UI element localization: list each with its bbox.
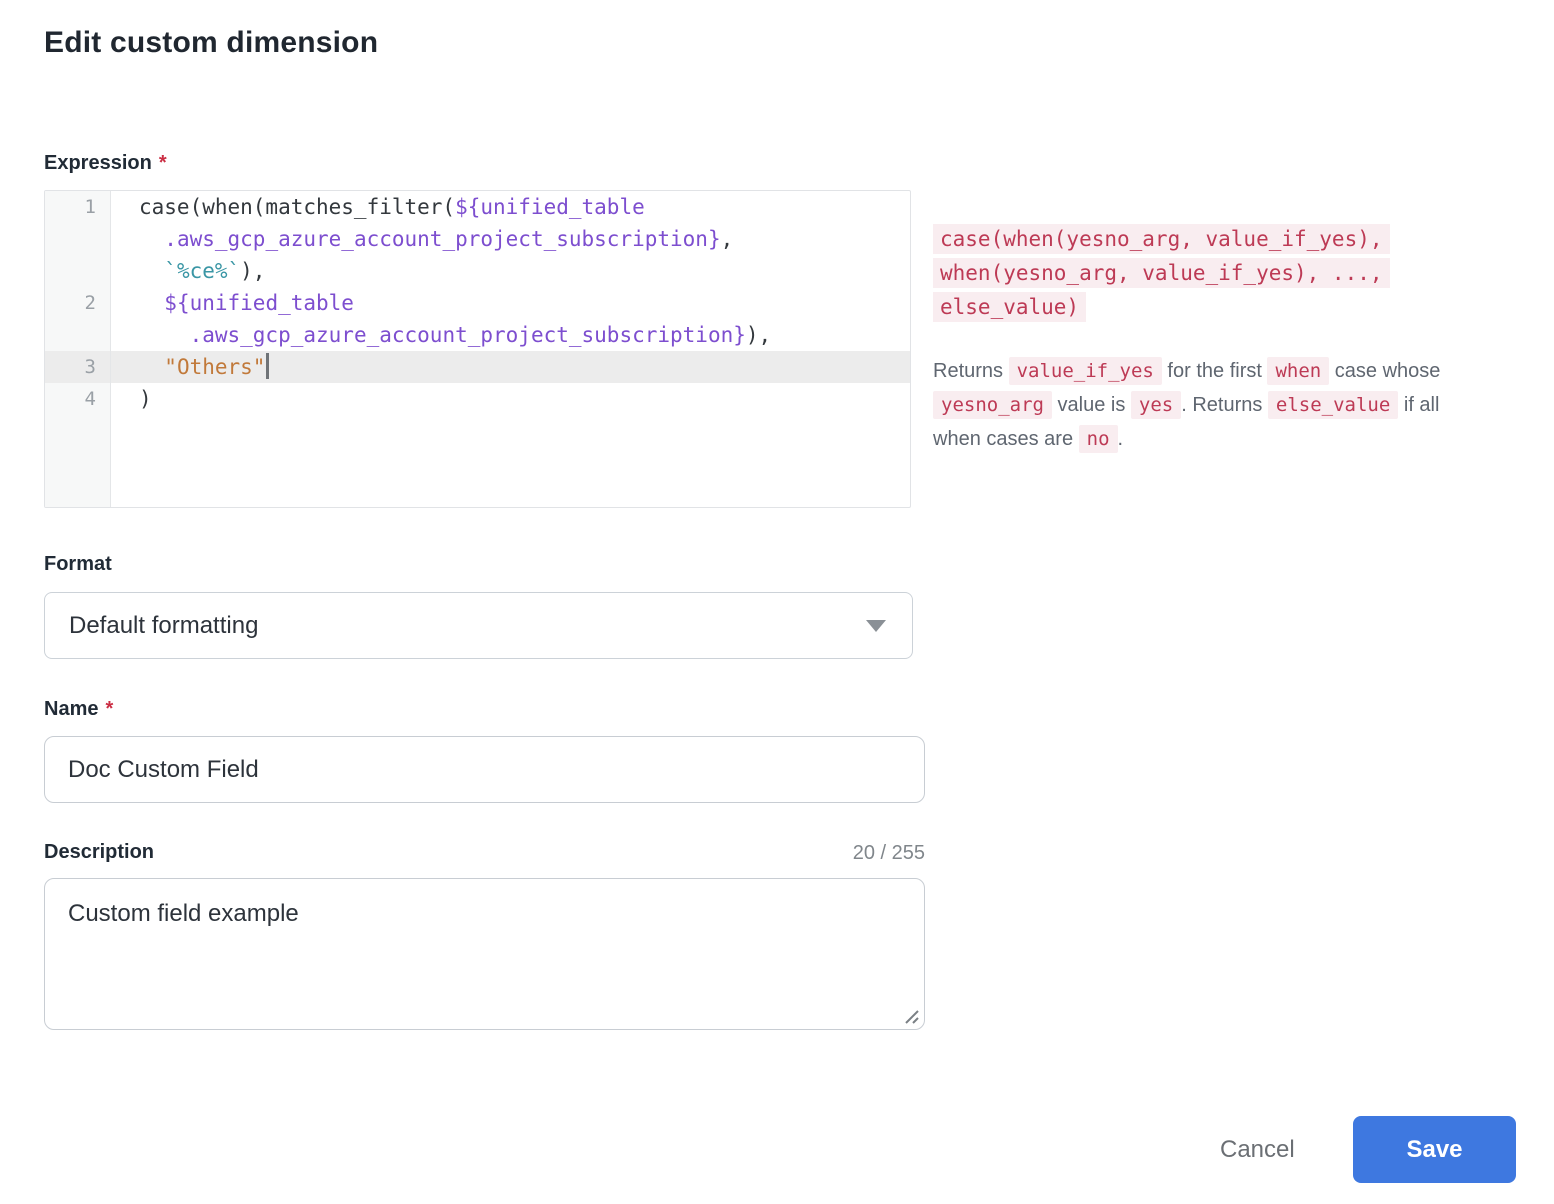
function-docs-panel: case(when(yesno_arg, value_if_yes), when…: [933, 222, 1461, 456]
expression-line-active: 3 "Others": [45, 351, 910, 383]
expression-line: 1 case(when(matches_filter(${unified_tab…: [45, 191, 910, 223]
required-asterisk: *: [159, 152, 167, 174]
inline-code-chip: yes: [1131, 391, 1181, 419]
page-title: Edit custom dimension: [44, 26, 378, 60]
code-segment: [139, 355, 164, 379]
expression-line: 4 ): [45, 383, 910, 415]
inline-code-chip: value_if_yes: [1009, 357, 1162, 385]
inline-code-chip: no: [1079, 425, 1118, 453]
name-input[interactable]: [44, 736, 925, 803]
function-description: Returns value_if_yes for the first when …: [933, 354, 1461, 456]
code-segment: ),: [240, 259, 265, 283]
text-cursor: [266, 353, 269, 379]
inline-code-chip: yesno_arg: [933, 391, 1052, 419]
selected-format-value: Default formatting: [69, 612, 258, 640]
expression-line: .aws_gcp_azure_account_project_subscript…: [45, 223, 910, 255]
inline-code-chip: else_value: [1268, 391, 1398, 419]
name-label: Name*: [44, 698, 113, 721]
line-number: 1: [45, 191, 111, 223]
line-number: 4: [45, 383, 111, 415]
line-number: [45, 223, 111, 255]
code-segment: case(when(matches_filter(: [139, 195, 455, 219]
code-segment: .aws_gcp_azure_account_project_subscript…: [164, 227, 720, 251]
line-number: 2: [45, 287, 111, 319]
save-button[interactable]: Save: [1353, 1116, 1516, 1183]
resize-handle-icon[interactable]: [902, 1007, 920, 1025]
code-segment: [139, 291, 164, 315]
expression-editor[interactable]: 1 case(when(matches_filter(${unified_tab…: [44, 190, 911, 508]
required-asterisk: *: [105, 698, 113, 720]
expression-line: 2 ${unified_table: [45, 287, 910, 319]
expression-line: .aws_gcp_azure_account_project_subscript…: [45, 319, 910, 351]
inline-code-chip: when: [1267, 357, 1329, 385]
function-signature: case(when(yesno_arg, value_if_yes), when…: [933, 222, 1411, 324]
expression-empty-area: [45, 415, 910, 507]
code-segment: ),: [746, 323, 771, 347]
code-segment: ): [139, 387, 152, 411]
code-segment: [139, 227, 164, 251]
code-segment: [139, 259, 164, 283]
expression-label: Expression*: [44, 152, 167, 175]
code-segment: ${unified_table: [164, 291, 354, 315]
code-segment: `%ce%`: [164, 259, 240, 283]
code-segment: [139, 323, 190, 347]
line-number: 3: [45, 351, 111, 383]
format-label: Format: [44, 553, 112, 576]
description-textarea[interactable]: Custom field example: [44, 878, 925, 1030]
chevron-down-icon[interactable]: [866, 620, 886, 632]
code-segment: "Others": [164, 355, 265, 379]
char-counter: 20 / 255: [853, 842, 925, 865]
code-segment: ,: [721, 227, 734, 251]
code-segment: .aws_gcp_azure_account_project_subscript…: [190, 323, 746, 347]
description-label: Description: [44, 841, 154, 864]
line-number: [45, 255, 111, 287]
cancel-button[interactable]: Cancel: [1196, 1122, 1319, 1178]
code-segment: ${unified_table: [455, 195, 645, 219]
line-number: [45, 319, 111, 351]
format-select[interactable]: Default formatting: [44, 592, 913, 659]
expression-line: `%ce%`),: [45, 255, 910, 287]
